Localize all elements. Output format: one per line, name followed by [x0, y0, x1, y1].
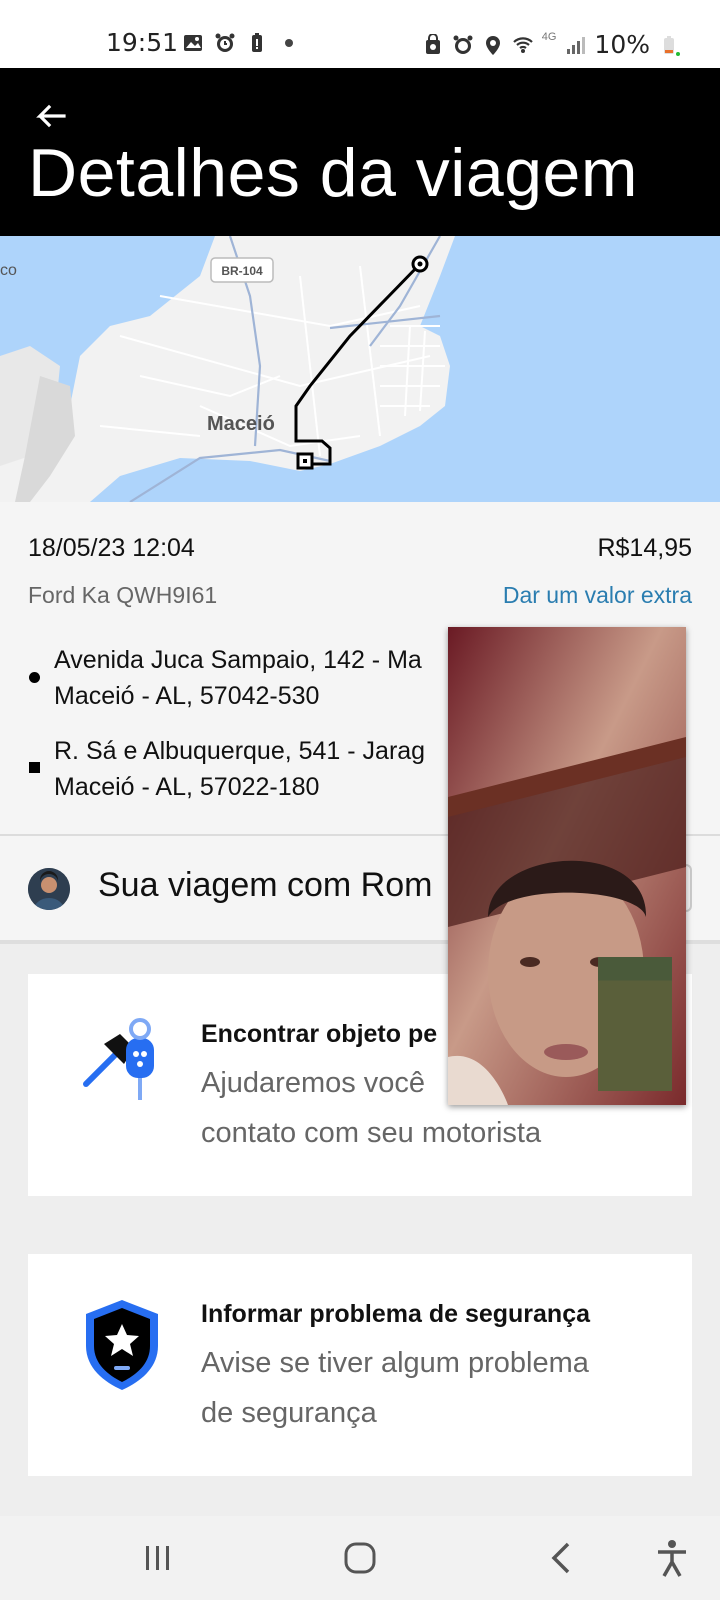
card-title: Informar problema de segurança [201, 1300, 591, 1328]
back-nav-button[interactable] [540, 1536, 584, 1580]
card-subtitle-line-2: de segurança [201, 1397, 377, 1429]
status-time: 19:51 [106, 28, 179, 57]
lock-sync-icon [422, 32, 444, 56]
battery-alert-icon [246, 32, 268, 54]
accessibility-icon [658, 1540, 686, 1577]
alarm-icon [214, 32, 236, 54]
notification-icons [182, 32, 300, 54]
location-icon [482, 34, 504, 56]
network-type: 4G [541, 30, 557, 43]
self-view-pip[interactable] [598, 957, 672, 1091]
home-button[interactable] [338, 1536, 382, 1580]
map-canvas: BR-104 Maceió co [0, 236, 720, 502]
shield-star-icon [82, 1294, 162, 1390]
status-bar: 19:51 4G 10% [0, 0, 720, 68]
driver-trip-label[interactable]: Sua viagem com Rom [98, 866, 432, 905]
city-label: Maceió [207, 413, 275, 435]
pickup-marker-icon [29, 672, 40, 683]
self-view-feed [598, 980, 672, 1091]
card-subtitle-line-1: Avise se tiver algum problema [201, 1347, 589, 1379]
system-icons: 4G 10% [422, 30, 680, 59]
more-dot-icon [278, 32, 300, 54]
home-icon [344, 1542, 376, 1574]
card-subtitle: Avise se tiver algum problema de seguran… [201, 1338, 671, 1438]
arrow-left-icon [36, 104, 66, 128]
signal-icon [564, 34, 586, 56]
alarm-icon [452, 34, 474, 56]
recent-apps-button[interactable] [136, 1536, 180, 1580]
video-call-overlay[interactable] [448, 627, 686, 1105]
safety-issue-card[interactable]: Informar problema de segurança Avise se … [28, 1254, 692, 1476]
route-map[interactable]: BR-104 Maceió co [0, 236, 720, 502]
screen: 19:51 4G 10% Detalhes da viagem BR-104 M… [0, 0, 720, 1600]
card-subtitle-line-2: contato com seu motorista [201, 1117, 542, 1149]
battery-percent: 10% [594, 30, 650, 59]
card-title: Encontrar objeto pe [201, 1020, 438, 1048]
recent-apps-icon [146, 1546, 169, 1570]
dropoff-marker-icon [29, 762, 40, 773]
tip-link[interactable]: Dar um valor extra [503, 582, 692, 609]
keys-icon [82, 1014, 162, 1110]
system-nav-bar [0, 1516, 720, 1600]
driver-avatar [28, 868, 70, 910]
gallery-icon [182, 32, 204, 54]
trip-datetime: 18/05/23 12:04 [28, 534, 195, 562]
back-button[interactable] [30, 98, 70, 138]
trip-price: R$14,95 [597, 534, 692, 562]
road-badge: BR-104 [221, 264, 263, 278]
app-header: Detalhes da viagem [0, 68, 720, 236]
battery-low-icon [658, 34, 680, 56]
wifi-icon [512, 34, 534, 56]
chevron-left-icon [551, 1542, 570, 1574]
map-edge-label: co [0, 262, 17, 279]
vehicle-info: Ford Ka QWH9I61 [28, 582, 218, 608]
page-title: Detalhes da viagem [28, 135, 639, 211]
accessibility-button[interactable] [650, 1536, 694, 1580]
